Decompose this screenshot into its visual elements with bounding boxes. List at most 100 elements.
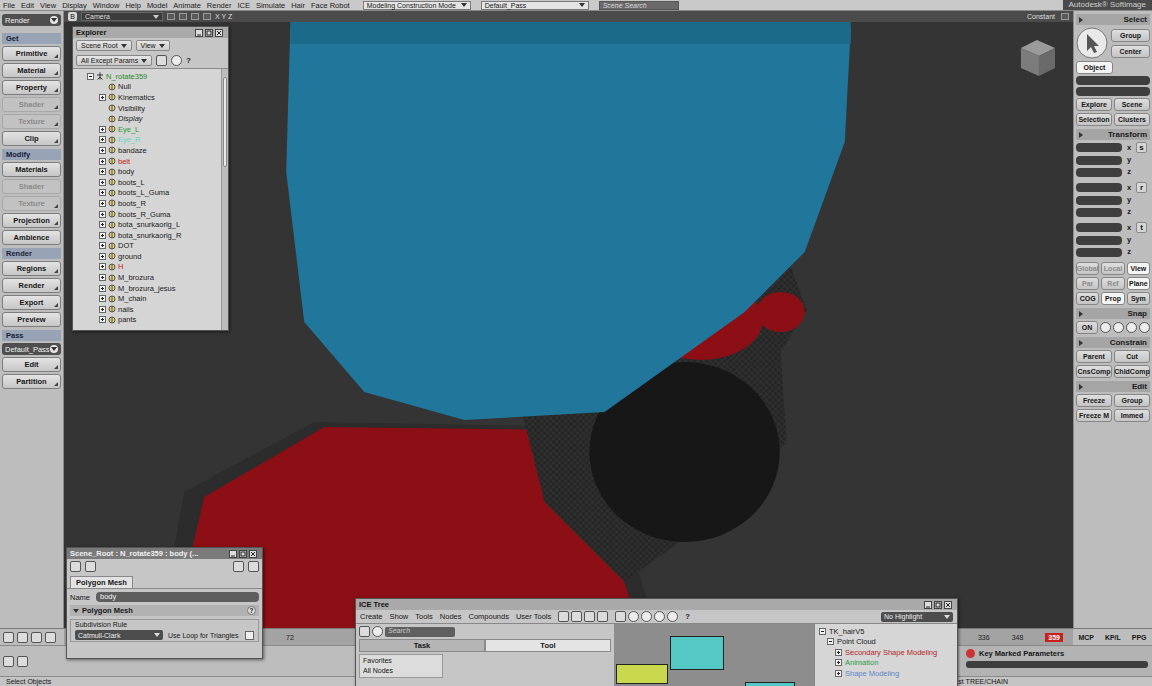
expand-icon[interactable] xyxy=(99,179,106,186)
tool-icon[interactable] xyxy=(584,611,595,622)
tool-icon[interactable] xyxy=(558,611,569,622)
library-tab[interactable]: Task xyxy=(359,639,485,652)
panel-mode-button[interactable]: MCP xyxy=(1078,634,1094,641)
window-title[interactable]: Scene_Root : N_rotate359 : body (... xyxy=(67,548,262,559)
tree-item[interactable]: body xyxy=(73,166,221,177)
select-button[interactable]: Group xyxy=(1111,29,1150,42)
tool-icon[interactable] xyxy=(31,632,42,643)
toolbar-button[interactable]: Edit xyxy=(2,357,61,372)
select-button[interactable]: Center xyxy=(1111,45,1150,58)
toolbar-button[interactable]: Clip xyxy=(2,131,61,146)
transform-field[interactable] xyxy=(1076,236,1122,245)
maximize-icon[interactable] xyxy=(1061,13,1069,20)
toolbar-button[interactable]: Partition xyxy=(2,374,61,389)
expand-icon[interactable] xyxy=(835,649,842,656)
menu-item[interactable]: User Tools xyxy=(516,612,551,621)
toolbar-button[interactable]: Material xyxy=(2,63,61,78)
ice-tree-item[interactable]: TK_hairV5 xyxy=(815,626,957,637)
menu-item[interactable]: Hair xyxy=(288,1,308,10)
subdivision-rule-dropdown[interactable]: Catmull-Clark xyxy=(75,630,163,640)
refresh-icon[interactable] xyxy=(171,55,182,66)
window-controls-icon[interactable] xyxy=(229,550,259,558)
explorer-window[interactable]: ExplorerScene RootViewAll Except Params?… xyxy=(72,26,229,331)
expand-icon[interactable] xyxy=(99,285,106,292)
expand-icon[interactable] xyxy=(99,94,106,101)
frame-icon[interactable] xyxy=(641,611,652,622)
tree-item[interactable]: M_chain xyxy=(73,293,221,304)
tree-item[interactable]: N_rotate359 xyxy=(73,71,221,82)
refresh-icon[interactable] xyxy=(628,611,639,622)
key-slider[interactable] xyxy=(966,661,1148,668)
menu-item[interactable]: Model xyxy=(144,1,170,10)
tool-icon[interactable] xyxy=(3,656,14,667)
menu-item[interactable]: ICE xyxy=(234,1,253,10)
expand-icon[interactable] xyxy=(99,242,106,249)
toolbar-button[interactable]: Texture xyxy=(2,196,61,211)
ice-tree-item[interactable]: Shape Modeling xyxy=(815,668,957,679)
tree-item[interactable]: DOT xyxy=(73,241,221,252)
name-field[interactable]: body xyxy=(96,592,259,602)
tree-item[interactable]: bota_snurkaorig_R xyxy=(73,230,221,241)
menu-item[interactable]: Show xyxy=(390,612,409,621)
axis-toggle[interactable]: y xyxy=(1124,235,1134,245)
menu-item[interactable]: Window xyxy=(90,1,123,10)
library-item[interactable]: Favorites xyxy=(363,656,439,666)
ice-tree-window[interactable]: ICE TreeCreateShowToolsNodesCompoundsUse… xyxy=(355,598,958,686)
transform-field[interactable] xyxy=(1076,248,1122,257)
tree-item[interactable]: Visibility xyxy=(73,103,221,114)
toolbar-button[interactable]: Regions xyxy=(2,261,61,276)
toolbar-button[interactable]: Property xyxy=(2,80,61,95)
tree-item[interactable]: boots_R xyxy=(73,198,221,209)
checkbox-label[interactable]: Use Loop for Triangles xyxy=(168,632,238,639)
constrain-button[interactable]: Parent xyxy=(1076,350,1112,363)
menu-item[interactable]: Display xyxy=(59,1,90,10)
node-search[interactable]: Search xyxy=(385,627,455,637)
expand-icon[interactable] xyxy=(99,211,106,218)
collapse-icon[interactable] xyxy=(827,638,834,645)
refresh-icon[interactable] xyxy=(248,561,259,572)
tool-icon[interactable] xyxy=(45,632,56,643)
menu-item[interactable]: File xyxy=(0,1,18,10)
window-title[interactable]: Explorer xyxy=(73,27,228,38)
explorer-scope-button[interactable]: Scene Root xyxy=(76,40,132,51)
menu-item[interactable]: Render xyxy=(204,1,235,10)
lock-icon[interactable] xyxy=(233,561,244,572)
lock-icon[interactable] xyxy=(156,55,167,66)
ice-tree-item[interactable]: Point Cloud xyxy=(815,637,957,648)
section-header[interactable]: Polygon Mesh? xyxy=(70,605,259,616)
menu-item[interactable]: Edit xyxy=(18,1,37,10)
expand-icon[interactable] xyxy=(99,168,106,175)
property-window[interactable]: Scene_Root : N_rotate359 : body (... Poly… xyxy=(66,547,263,659)
transform-option[interactable]: Sym xyxy=(1127,292,1150,305)
tree-item[interactable]: nails xyxy=(73,304,221,315)
tool-icon[interactable] xyxy=(597,611,608,622)
constrain-button[interactable]: Cut xyxy=(1114,350,1150,363)
toolbar-button[interactable]: Shader xyxy=(2,179,61,194)
snap-toggle[interactable]: ON xyxy=(1076,321,1098,334)
toolbar-button[interactable]: Shader xyxy=(2,97,61,112)
nav-back-icon[interactable] xyxy=(70,561,81,572)
transform-tool[interactable]: t xyxy=(1136,222,1147,233)
transform-field[interactable] xyxy=(1076,208,1122,217)
constrain-button[interactable]: ChldComp xyxy=(1114,365,1150,378)
expand-icon[interactable] xyxy=(99,126,106,133)
tree-item[interactable]: boots_R_Guma xyxy=(73,209,221,220)
snap-surface-icon[interactable] xyxy=(1126,322,1137,333)
axis-toggle[interactable]: z xyxy=(1124,167,1134,177)
expand-icon[interactable] xyxy=(99,189,106,196)
tree-item[interactable]: Null xyxy=(73,82,221,93)
edit-button[interactable]: Group xyxy=(1114,394,1150,407)
tree-item[interactable]: belt xyxy=(73,156,221,167)
menu-item[interactable]: View xyxy=(37,1,59,10)
graph-node[interactable] xyxy=(670,636,724,670)
transform-field[interactable] xyxy=(1076,168,1122,177)
expand-icon[interactable] xyxy=(99,221,106,228)
explore-button[interactable]: Clusters xyxy=(1114,113,1150,126)
transform-field[interactable] xyxy=(1076,183,1122,192)
transform-field[interactable] xyxy=(1076,156,1122,165)
expand-icon[interactable] xyxy=(99,316,106,323)
expand-icon[interactable] xyxy=(99,306,106,313)
nav-forward-icon[interactable] xyxy=(85,561,96,572)
camera-dropdown[interactable]: Camera xyxy=(81,12,163,21)
menu-item[interactable]: Nodes xyxy=(440,612,462,621)
